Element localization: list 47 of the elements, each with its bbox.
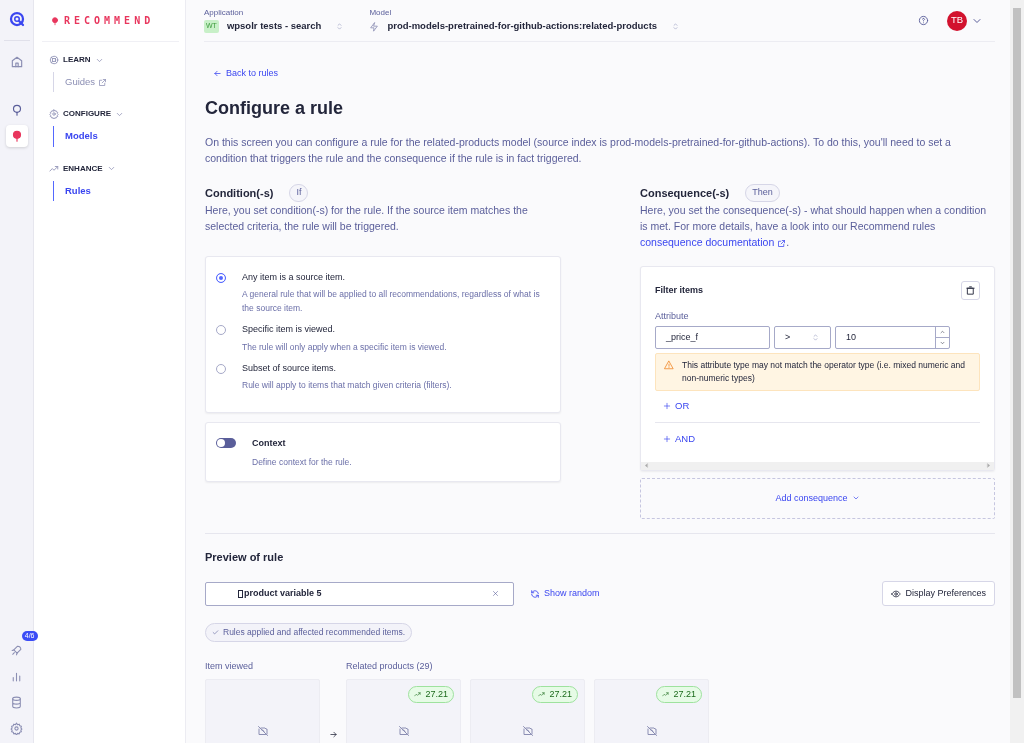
field-label: Attribute [655, 309, 690, 323]
tag: Then [745, 184, 780, 202]
option-description: Rule will apply to items that match given criteria (filters). [242, 379, 452, 393]
add-consequence-button[interactable]: Add consequence [640, 477, 995, 519]
section-toggle[interactable]: ENHANCE [63, 162, 116, 175]
avatar[interactable]: TB [947, 10, 967, 31]
card-title: Filter items [655, 283, 703, 297]
attribute-field[interactable]: _price_f [655, 326, 770, 350]
display-preferences-button[interactable]: Display Preferences [882, 581, 995, 607]
option-description: The rule will only apply when a specific item is viewed. [242, 340, 447, 354]
option-description: A general rule that will be applied to all recommendations, regardless of what is the source item. [242, 288, 541, 316]
option-label: Subset of source items. [242, 361, 338, 375]
column-label: Item viewed [205, 660, 255, 674]
score-badge: 27.21 [532, 685, 578, 704]
page-title: Configure a rule [205, 97, 344, 120]
warning-message: This attribute type may not match the operator type (i.e. mixed numeric and non-numeric types) [655, 353, 980, 392]
option-description: Define context for the rule. [252, 455, 352, 469]
add-button[interactable]: OR [655, 391, 980, 422]
section-toggle[interactable]: LEARN [63, 54, 104, 66]
add-button[interactable]: AND [655, 422, 980, 456]
column-label: Related products (29) [346, 660, 434, 674]
intro-text: On this screen you can configure a rule for the related-products model (source index is prod-models-pretrained-for-github-actions). To do this, you'll need to set a condition that triggers the rule and the consequence if the rule is in fact triggered. [205, 135, 952, 167]
sidebar-item[interactable]: Rules [53, 180, 185, 201]
value-field[interactable]: 10 [835, 326, 950, 350]
option-label: Specific item is viewed. [242, 323, 337, 337]
score-badge: 27.21 [656, 685, 702, 704]
section-toggle[interactable]: CONFIGURE [63, 108, 124, 121]
documentation-link[interactable]: consequence documentation [640, 235, 787, 248]
sidebar-item[interactable]: Models [53, 126, 185, 147]
back-link[interactable]: Back to rules [213, 67, 279, 81]
field-label: Model [369, 7, 393, 20]
section-description: Here, you set the consequence(-s) - what should happen when a condition is met. For more details, have a look into our Recommend rules consequence documentation . [640, 202, 988, 250]
section-heading: Preview of rule [205, 549, 285, 565]
option-label: Any item is a source item. [242, 270, 347, 284]
tag: If [289, 184, 309, 202]
search-field[interactable]: product variable 5 [205, 581, 514, 606]
field-label: Application [204, 7, 245, 20]
operator-select[interactable]: > [774, 326, 831, 350]
section-heading: Consequence(-s) [640, 185, 730, 201]
section-description: Here, you set condition(-s) for the rule. If the source item matches the selected criteria, the rule will be triggered. [205, 202, 529, 234]
brand-name: RECOMMEND [64, 14, 155, 28]
option-label: Context [252, 437, 287, 451]
show-random-link[interactable]: Show random [530, 587, 600, 601]
selector[interactable]: prod-models-pretrained-for-github-actions:related-products [369, 19, 681, 34]
status-chip: Rules applied and affected recommended items. [205, 623, 413, 643]
score-badge: 27.21 [408, 685, 454, 704]
section-heading: Condition(-s) [205, 185, 274, 201]
